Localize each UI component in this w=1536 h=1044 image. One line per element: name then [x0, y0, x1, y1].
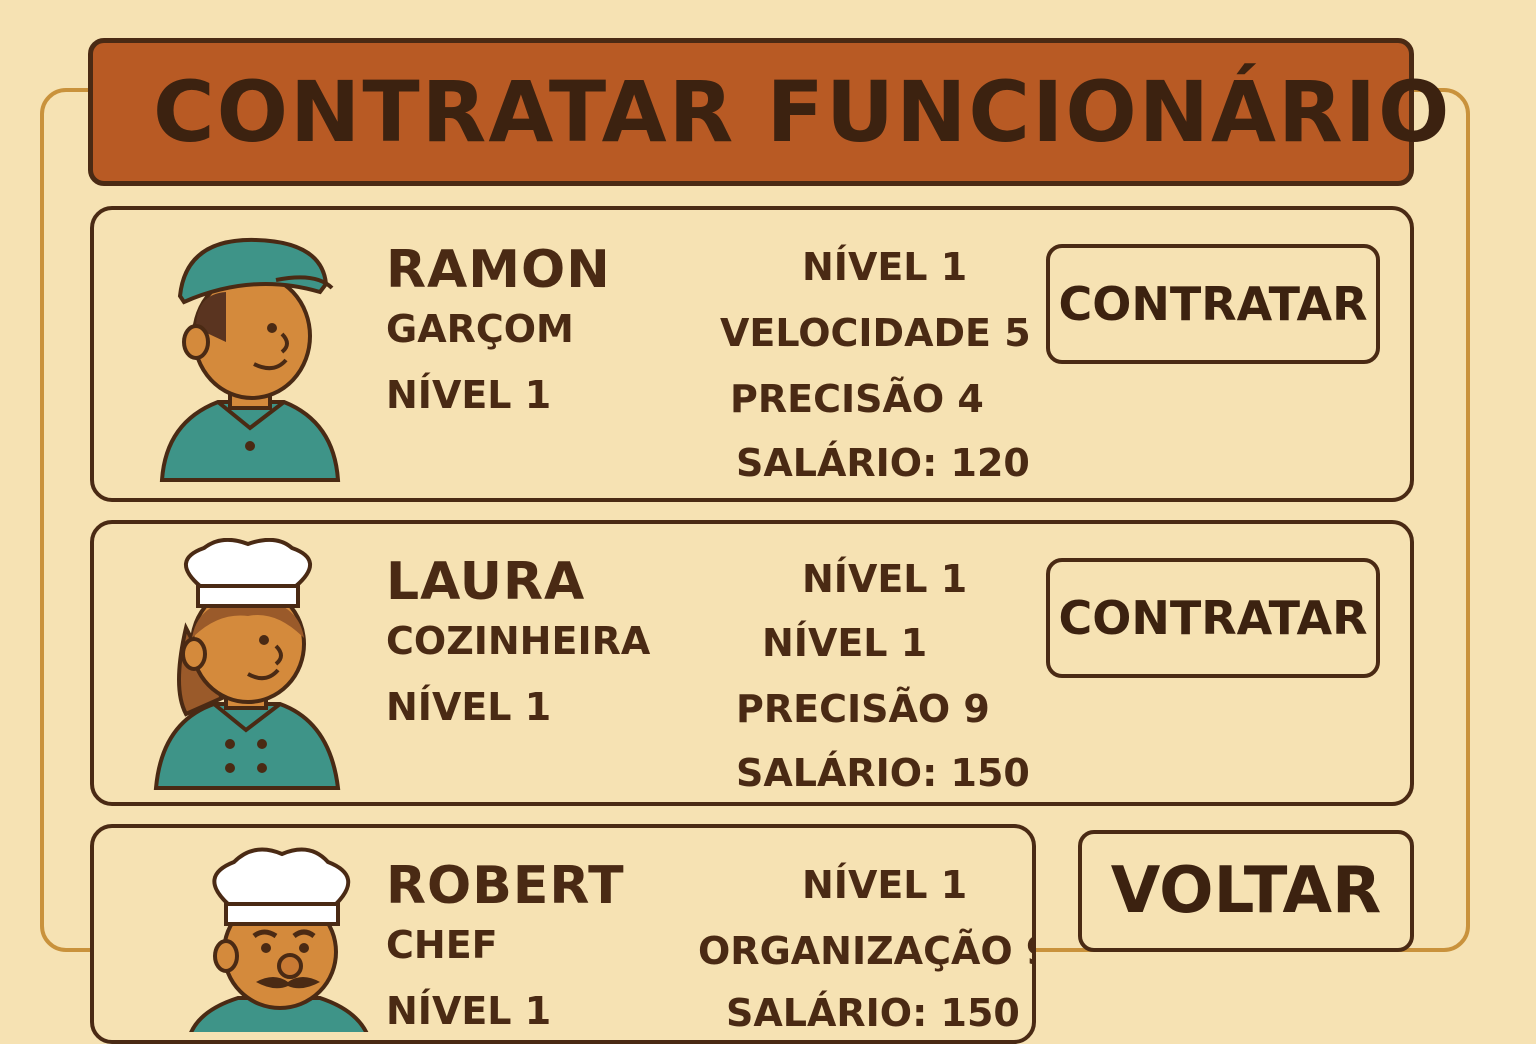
- stat-salary: SALÁRIO: 150: [726, 991, 1020, 1035]
- candidate-name: ROBERT: [386, 856, 625, 916]
- page-title: CONTRATAR FUNCIONÁRIO: [153, 63, 1452, 161]
- stat-level: NÍVEL 1: [802, 245, 968, 289]
- candidate-role: GARÇOM: [386, 307, 574, 351]
- candidate-card-ramon: RAMON GARÇOM NÍVEL 1 NÍVEL 1 VELOCIDADE …: [90, 206, 1414, 502]
- stat-precision: PRECISÃO 9: [736, 687, 990, 731]
- stat-level: NÍVEL 1: [802, 557, 968, 601]
- hire-button-ramon[interactable]: CONTRATAR: [1046, 244, 1380, 364]
- chef-avatar-icon: [189, 847, 369, 1032]
- candidate-level: NÍVEL 1: [386, 685, 552, 729]
- stat-salary: SALÁRIO: 150: [736, 751, 1030, 795]
- candidate-level: NÍVEL 1: [386, 373, 552, 417]
- stat-level-secondary: NÍVEL 1: [762, 621, 928, 665]
- stat-level: NÍVEL 1: [802, 863, 968, 907]
- candidate-card-robert: ROBERT CHEF NÍVEL 1 NÍVEL 1 ORGANIZAÇÃO …: [90, 824, 1036, 1044]
- female-cook-avatar-icon: [153, 538, 341, 790]
- stat-organization: ORGANIZAÇÃO 9: [698, 929, 1036, 973]
- stat-salary: SALÁRIO: 120: [736, 441, 1030, 485]
- waiter-avatar-icon: [159, 237, 341, 482]
- candidate-level: NÍVEL 1: [386, 989, 552, 1033]
- back-button[interactable]: VOLTAR: [1078, 830, 1414, 952]
- hire-button-laura[interactable]: CONTRATAR: [1046, 558, 1380, 678]
- candidate-card-laura: LAURA COZINHEIRA NÍVEL 1 NÍVEL 1 NÍVEL 1…: [90, 520, 1414, 806]
- candidate-name: RAMON: [386, 240, 611, 300]
- candidate-role: CHEF: [386, 923, 498, 967]
- stat-speed: VELOCIDADE 5: [720, 311, 1031, 355]
- stat-precision: PRECISÃO 4: [730, 377, 984, 421]
- candidate-name: LAURA: [386, 552, 586, 612]
- candidate-role: COZINHEIRA: [386, 619, 651, 663]
- title-banner: CONTRATAR FUNCIONÁRIO: [88, 38, 1449, 186]
